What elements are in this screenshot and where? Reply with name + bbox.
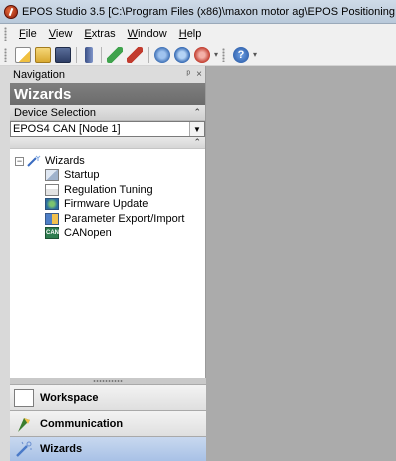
device-selection-dropdown[interactable]: EPOS4 CAN [Node 1] ▼ — [10, 121, 205, 137]
toolbar-overflow-icon[interactable]: ▾ — [253, 50, 257, 59]
wizards-tree: − Wizards Startup Regulation Tuning Firm… — [10, 149, 205, 241]
left-dock-edge — [0, 66, 10, 461]
menu-grip-icon[interactable] — [4, 27, 7, 41]
menu-bar: File View Extras Window Help — [0, 24, 396, 44]
toolbar-grip-icon[interactable] — [222, 47, 226, 62]
pin-icon[interactable]: ᵖ — [186, 69, 190, 80]
stop-icon[interactable] — [194, 46, 210, 63]
navigation-panel: Navigation ᵖ × Wizards Device Selection … — [10, 66, 206, 461]
toolbar: ▾ ? ▾ — [0, 44, 396, 66]
tree-item-parameter-export-import[interactable]: Parameter Export/Import — [15, 212, 205, 227]
dropdown-arrow-icon[interactable]: ▼ — [189, 122, 204, 136]
settings-blue-icon[interactable] — [154, 46, 170, 63]
wizards-panel-title: Wizards — [10, 83, 205, 105]
tab-workspace-label: Workspace — [40, 391, 99, 404]
tree-root-wizards[interactable]: − Wizards — [15, 154, 205, 168]
startup-icon — [45, 169, 59, 182]
collapse-expander-icon[interactable]: − — [15, 156, 24, 166]
regulation-tuning-icon — [45, 183, 59, 196]
tree-item-label: CANopen — [64, 227, 112, 240]
tab-wizards-label: Wizards — [40, 443, 83, 455]
tree-section-bar[interactable]: ⌃ — [10, 137, 205, 149]
tree-item-label: Firmware Update — [64, 198, 149, 211]
collapse-chevron-icon[interactable]: ⌃ — [193, 137, 201, 148]
disconnect-icon[interactable] — [127, 46, 143, 63]
help-icon[interactable]: ? — [233, 46, 250, 63]
menu-window[interactable]: Window — [122, 28, 173, 40]
tree-item-startup[interactable]: Startup — [15, 168, 205, 183]
canopen-icon: CAN — [45, 227, 59, 240]
menu-help[interactable]: Help — [173, 28, 208, 40]
tree-item-regulation-tuning[interactable]: Regulation Tuning — [15, 183, 205, 198]
communication-icon — [18, 417, 30, 432]
window-title: EPOS Studio 3.5 [C:\Program Files (x86)\… — [22, 5, 396, 18]
wizard-wand-icon — [16, 441, 32, 457]
device-selection-label: Device Selection — [14, 106, 96, 119]
menu-extras[interactable]: Extras — [78, 28, 121, 40]
workspace-icon — [14, 388, 34, 407]
device-selection-bar[interactable]: Device Selection ⌃ — [10, 105, 205, 121]
tree-root-label: Wizards — [45, 155, 85, 167]
tab-communication[interactable]: Communication — [10, 410, 206, 436]
collapse-chevron-icon[interactable]: ⌃ — [193, 107, 201, 118]
tree-item-label: Regulation Tuning — [64, 183, 153, 196]
tree-item-label: Parameter Export/Import — [64, 212, 185, 225]
title-bar: EPOS Studio 3.5 [C:\Program Files (x86)\… — [0, 0, 396, 24]
firmware-update-icon — [45, 198, 59, 211]
main-workspace-area — [207, 66, 396, 461]
new-project-icon[interactable] — [15, 46, 31, 63]
refresh-icon[interactable] — [174, 46, 190, 63]
device-icon[interactable] — [85, 46, 93, 63]
tab-communication-label: Communication — [40, 417, 124, 430]
device-selection-value: EPOS4 CAN [Node 1] — [13, 123, 121, 135]
toolbar-separator — [101, 46, 102, 63]
navigation-header: Navigation ᵖ × — [10, 66, 205, 83]
wizard-wand-icon — [27, 155, 41, 167]
epos-app-icon — [4, 4, 18, 19]
tab-workspace[interactable]: Workspace — [10, 384, 206, 410]
tree-item-canopen[interactable]: CAN CANopen — [15, 226, 205, 241]
parameter-export-import-icon — [45, 212, 59, 225]
navigation-header-label: Navigation — [13, 68, 65, 81]
save-icon[interactable] — [55, 46, 71, 63]
connect-icon[interactable] — [107, 46, 123, 63]
menu-file[interactable]: File — [13, 28, 43, 40]
toolbar-separator — [76, 46, 77, 63]
tab-wizards[interactable]: Wizards — [10, 436, 206, 461]
toolbar-overflow-icon[interactable]: ▾ — [214, 50, 218, 59]
menu-view[interactable]: View — [43, 28, 79, 40]
close-icon[interactable]: × — [196, 69, 202, 80]
open-icon[interactable] — [35, 46, 51, 63]
tree-item-label: Startup — [64, 169, 100, 182]
tree-item-firmware-update[interactable]: Firmware Update — [15, 197, 205, 212]
toolbar-separator — [148, 46, 149, 63]
toolbar-grip-icon[interactable] — [4, 47, 7, 62]
